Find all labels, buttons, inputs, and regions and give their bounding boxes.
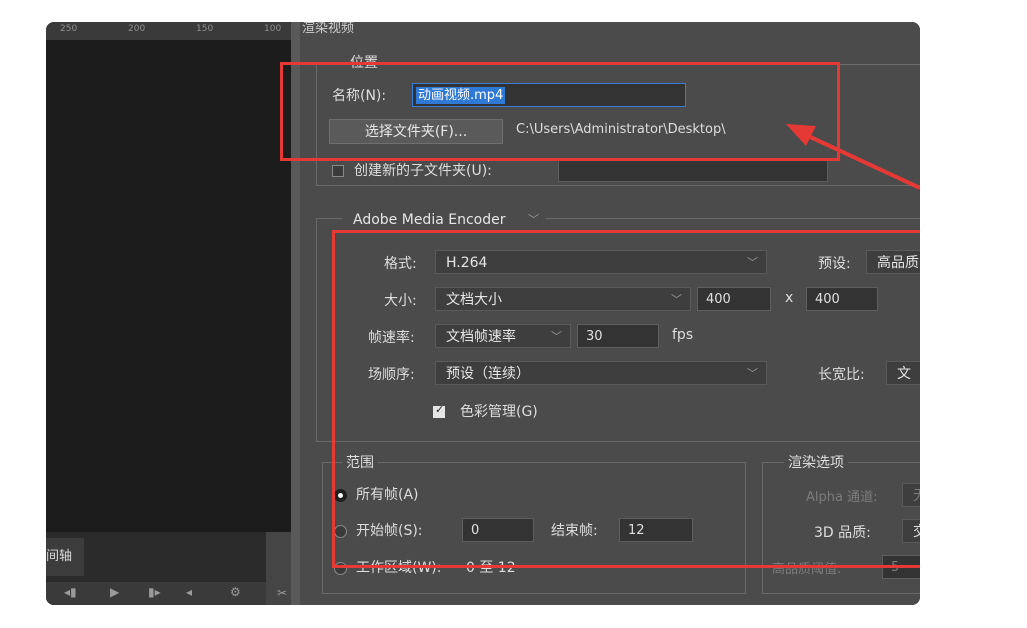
ruler-tick: 250 (60, 24, 78, 34)
scissors-icon[interactable]: ✂ (277, 586, 287, 600)
create-subfolder-checkbox[interactable] (332, 165, 344, 177)
encoder-select[interactable]: Adobe Media Encoder ﹀ (342, 207, 546, 231)
ruler-tick: 200 (128, 24, 146, 34)
gear-icon[interactable]: ⚙ (230, 585, 241, 599)
document-canvas[interactable] (46, 40, 291, 532)
prev-frame-icon[interactable]: ◂▮ (64, 585, 77, 599)
chevron-down-icon: ﹀ (528, 213, 539, 226)
timeline-controls: ◂▮ ▶ ▮▸ ◂ ⚙ (46, 582, 291, 605)
app-window: 250 200 150 100 间轴 ◂▮ ▶ ▮▸ ◂ ⚙ ✂ 渲染视频 位置… (46, 22, 920, 605)
panel-divider: ✂ (266, 532, 291, 605)
annotation-arrow-icon (786, 124, 920, 190)
dialog-title: 渲染视频 (302, 22, 355, 36)
next-frame-icon[interactable]: ▮▸ (148, 585, 161, 599)
ruler-tick: 100 (264, 24, 282, 34)
create-subfolder-label: 创建新的子文件夹(U): (354, 163, 492, 179)
annotation-box-settings (332, 230, 920, 568)
tab-timeline[interactable]: 间轴 (46, 538, 84, 576)
horizontal-ruler: 250 200 150 100 (46, 22, 291, 40)
audio-icon[interactable]: ◂ (186, 585, 192, 599)
timeline-panel: 间轴 ◂▮ ▶ ▮▸ ◂ ⚙ (46, 532, 291, 605)
play-icon[interactable]: ▶ (110, 585, 119, 599)
ruler-tick: 150 (196, 24, 214, 34)
encoder-value: Adobe Media Encoder (353, 212, 506, 228)
annotation-box-location (280, 62, 840, 161)
